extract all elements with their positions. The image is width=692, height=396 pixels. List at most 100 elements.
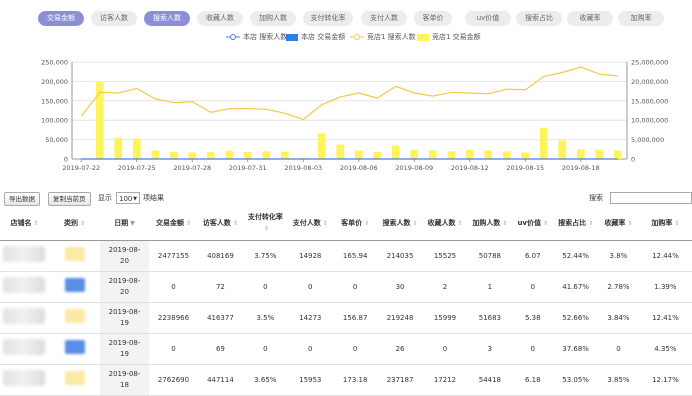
column-header-label: 搜索占比 xyxy=(558,218,587,227)
sort-icon[interactable]: ⇕ xyxy=(588,220,593,227)
tab-uv-value[interactable]: uv价值 xyxy=(465,11,511,26)
table-cell: 4.35% xyxy=(638,333,692,365)
column-header[interactable]: 日期 ▼ xyxy=(100,206,149,241)
page-size-select[interactable]: 100 ▼ xyxy=(116,192,140,204)
table-row[interactable]: 2019-08-20 0 72 0 0 0 30 2 1 0 41.67% 2.78% 1.39% xyxy=(0,271,692,303)
search-input[interactable] xyxy=(610,192,692,204)
y-left-tick-label: 50,000 xyxy=(45,136,68,144)
sort-icon[interactable]: ⇕ xyxy=(502,220,507,227)
table-cell: 12.44% xyxy=(638,240,692,272)
column-header-label: 支付转化率 xyxy=(247,213,283,221)
table-cell: 2477155 xyxy=(149,240,198,272)
table-row[interactable]: 2019-08-20 2477155 408169 3.75% 14928 165.94 2… xyxy=(0,240,692,272)
table-cell: 0 xyxy=(422,333,468,365)
search-label: 搜索 xyxy=(589,194,603,202)
column-header-label: 支付人数 xyxy=(292,218,321,227)
column-header[interactable]: 搜索占比 ⇕ xyxy=(553,206,599,241)
column-header[interactable]: 类别 ⇕ xyxy=(48,206,101,241)
y-left-tick-label: 0 xyxy=(64,156,68,164)
table-cell: 3.5% xyxy=(242,302,288,334)
column-header[interactable]: 支付人数 ⇕ xyxy=(287,206,333,241)
tab-search-users[interactable]: 搜索人数 xyxy=(144,11,190,26)
column-header[interactable]: 收藏人数 ⇕ xyxy=(422,206,468,241)
tab-trade-amount[interactable]: 交易金额 xyxy=(38,11,84,26)
bar xyxy=(188,152,197,159)
shop-name-cell xyxy=(0,271,49,303)
table-cell: 156.87 xyxy=(332,302,378,334)
column-header-label: 访客人数 xyxy=(202,218,231,227)
table-cell: 50788 xyxy=(467,240,513,272)
bar xyxy=(151,150,160,159)
table-cell: 6.18 xyxy=(512,364,554,396)
sort-desc-icon[interactable]: ▼ xyxy=(130,220,135,227)
bar xyxy=(428,150,437,159)
copy-page-button[interactable]: 复制当前页 xyxy=(48,192,91,206)
table-cell: 15525 xyxy=(422,240,468,272)
tab-favorite-rate[interactable]: 收藏率 xyxy=(567,11,613,26)
tab-pay-conversion[interactable]: 支付转化率 xyxy=(303,11,353,26)
bar xyxy=(539,127,548,159)
category-icon xyxy=(64,278,85,292)
bar xyxy=(613,150,622,159)
column-header[interactable]: 搜索人数 ⇕ xyxy=(377,206,423,241)
column-header[interactable]: 店铺名 ⇕ xyxy=(0,206,49,241)
sort-icon[interactable]: ⇕ xyxy=(457,220,462,227)
tab-search-share[interactable]: 搜索占比 xyxy=(516,11,562,26)
tab-avg-price[interactable]: 客单价 xyxy=(414,11,452,26)
column-header[interactable]: 加购率 ⇕ xyxy=(638,206,692,241)
legend-item-store-trade[interactable]: 本店 交易金额 xyxy=(286,32,345,42)
bar xyxy=(576,149,585,159)
table-cell: 15999 xyxy=(422,302,468,334)
category-icon xyxy=(64,309,85,323)
export-data-button[interactable]: 导出数据 xyxy=(4,192,40,206)
table-cell: 14273 xyxy=(287,302,333,334)
category-icon xyxy=(64,340,85,354)
sort-icon[interactable]: ⇕ xyxy=(674,220,679,227)
sort-icon[interactable]: ⇕ xyxy=(323,220,328,227)
tab-visitors[interactable]: 访客人数 xyxy=(91,11,137,26)
sort-icon[interactable]: ⇕ xyxy=(233,220,238,227)
column-header[interactable]: 交易金额 ⇕ xyxy=(149,206,198,241)
legend-item-store-search[interactable]: 本店 搜索人数 xyxy=(226,32,287,42)
column-header-label: 收藏率 xyxy=(604,218,626,227)
table-cell: 2762690 xyxy=(149,364,198,396)
bar xyxy=(280,151,289,159)
column-header[interactable]: 收藏率 ⇕ xyxy=(598,206,639,241)
bar xyxy=(465,149,474,159)
sort-icon[interactable]: ⇕ xyxy=(413,220,418,227)
date-cell: 2019-08-19 xyxy=(100,302,149,334)
line-marker-icon xyxy=(226,34,240,40)
sort-icon[interactable]: ⇕ xyxy=(186,220,191,227)
tab-pay-users[interactable]: 支付人数 xyxy=(361,11,407,26)
tab-favorites[interactable]: 收藏人数 xyxy=(197,11,243,26)
sort-icon[interactable]: ⇕ xyxy=(627,220,632,227)
date-cell: 2019-08-18 xyxy=(100,364,149,396)
column-header[interactable]: 加购人数 ⇕ xyxy=(467,206,513,241)
table-row[interactable]: 2019-08-19 0 69 0 0 0 26 0 3 0 37.68% 0 4.35% xyxy=(0,333,692,365)
column-header-label: 收藏人数 xyxy=(427,218,456,227)
sort-icon[interactable]: ⇕ xyxy=(364,220,369,227)
table-row[interactable]: 2019-08-19 2238966 416377 3.5% 14273 156.87 21… xyxy=(0,302,692,334)
sort-icon[interactable]: ⇕ xyxy=(264,225,269,232)
bar xyxy=(558,140,567,159)
blurred-shop-name xyxy=(3,277,46,293)
column-header[interactable]: 客单价 ⇕ xyxy=(332,206,378,241)
legend-item-competitor-search[interactable]: 竞店1 搜索人数 xyxy=(350,32,416,42)
column-header[interactable]: 支付转化率 ⇕ xyxy=(242,206,288,241)
bar xyxy=(373,152,382,159)
column-header[interactable]: 访客人数 ⇕ xyxy=(197,206,243,241)
series-line xyxy=(80,66,618,121)
sort-icon[interactable]: ⇕ xyxy=(33,220,38,227)
table-cell: 3 xyxy=(467,333,513,365)
y-right-tick-label: 20,000,000 xyxy=(631,78,668,86)
sort-icon[interactable]: ⇕ xyxy=(80,220,85,227)
date-cell: 2019-08-19 xyxy=(100,333,149,365)
table-row[interactable]: 2019-08-18 2762690 447114 3.65% 15953 173.18 2… xyxy=(0,364,692,396)
tab-cart-rate[interactable]: 加购率 xyxy=(618,11,664,26)
tab-add-cart[interactable]: 加购人数 xyxy=(250,11,296,26)
column-header-label: 类别 xyxy=(63,218,78,227)
column-header[interactable]: uv价值 ⇕ xyxy=(512,206,554,241)
sort-icon[interactable]: ⇕ xyxy=(543,220,548,227)
legend-item-competitor-trade[interactable]: 竞店1 交易金额 xyxy=(417,32,481,42)
line-marker-icon xyxy=(350,34,364,40)
